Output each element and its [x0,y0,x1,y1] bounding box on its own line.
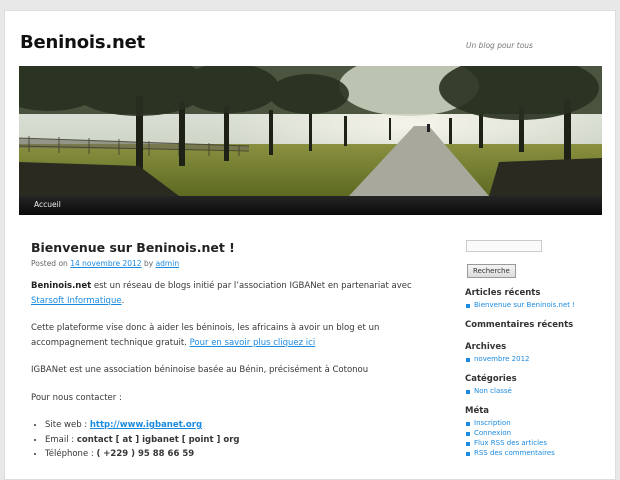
search-input[interactable] [466,240,542,252]
post-paragraph-2: Cette plateforme vise donc à aider les b… [31,321,426,350]
list-item[interactable]: Connexion [466,428,605,438]
widget-title-meta: Méta [465,406,490,416]
site-name-bold: Beninois.net [31,281,92,291]
website-link[interactable]: http://www.igbanet.org [90,420,202,430]
starsoft-link[interactable]: Starsoft Informatique [31,296,122,306]
post-paragraph-1: Beninois.net est un réseau de blogs init… [31,279,426,308]
contact-website: Site web : http://www.igbanet.org [45,418,426,433]
widget-title-recent-posts: Articles récents [465,288,541,298]
header-banner-image [19,66,602,196]
email-label: Email : [45,434,77,445]
banner-landscape [19,66,602,196]
list-item[interactable]: RSS des commentaires [466,448,605,458]
post-title[interactable]: Bienvenue sur Beninois.net ! [31,240,426,255]
contact-phone: Téléphone : ( +229 ) 95 88 66 59 [45,447,426,462]
page-container: Beninois.net Un blog pour tous Accueil B… [4,10,616,480]
posted-on-label: Posted on [31,259,68,268]
site-tagline: Un blog pour tous [466,41,533,50]
category-link[interactable]: Non classé [474,387,512,395]
site-title[interactable]: Beninois.net [20,32,145,53]
widget-title-categories: Catégories [465,374,517,384]
paragraph-1-text: est un réseau de blogs initié par l’asso… [91,281,412,291]
post-paragraph-3: IGBANet est une association béninoise ba… [31,365,369,375]
meta-list: Inscription Connexion Flux RSS des artic… [465,418,605,458]
archives-list: novembre 2012 [465,354,605,364]
list-item[interactable]: Bienvenue sur Beninois.net ! [466,300,605,310]
website-label: Site web : [45,420,90,430]
posts-rss-link[interactable]: Flux RSS des articles [474,439,547,447]
list-item[interactable]: Inscription [466,418,605,428]
phone-value: ( +229 ) 95 88 66 59 [96,449,195,459]
search-button[interactable]: Recherche [467,264,516,278]
contact-email: Email : contact [ at ] igbanet [ point ]… [45,433,426,448]
widget-title-archives: Archives [465,342,507,352]
post-author-link[interactable]: admin [156,259,180,268]
phone-label: Téléphone : [45,449,97,459]
list-item[interactable]: Non classé [466,386,605,396]
register-link[interactable]: Inscription [474,419,511,427]
login-link[interactable]: Connexion [474,429,511,437]
learn-more-link[interactable]: Pour en savoir plus cliquez ici [190,338,316,348]
post-article: Bienvenue sur Beninois.net ! Posted on 1… [31,240,426,462]
archive-link[interactable]: novembre 2012 [474,355,530,363]
nav-item-home[interactable]: Accueil [34,200,61,209]
recent-post-link[interactable]: Bienvenue sur Beninois.net ! [474,301,575,309]
list-item[interactable]: novembre 2012 [466,354,605,364]
post-paragraph-4: Pour nous contacter : [31,392,122,403]
widget-title-recent-comments: Commentaires récents [465,320,574,330]
sidebar: Recherche Articles récents Bienvenue sur… [465,240,605,468]
comments-rss-link[interactable]: RSS des commentaires [474,449,555,457]
post-meta: Posted on 14 novembre 2012 by admin [31,259,426,268]
list-item[interactable]: Flux RSS des articles [466,438,605,448]
by-label: by [143,259,154,268]
categories-list: Non classé [465,386,605,396]
email-value: contact [ at ] igbanet [ point ] org [76,434,240,445]
recent-posts-list: Bienvenue sur Beninois.net ! [465,300,605,310]
paragraph-1-end: . [121,295,125,306]
main-navigation: Accueil [19,196,602,215]
post-date-link[interactable]: 14 novembre 2012 [70,259,141,268]
contact-list: Site web : http://www.igbanet.org Email … [31,418,426,462]
